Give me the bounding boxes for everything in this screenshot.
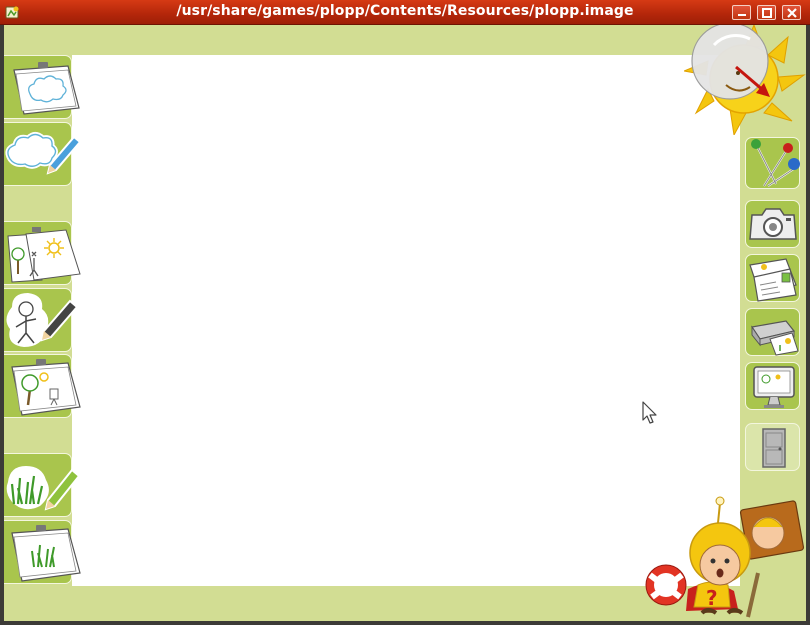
tool-tree-page[interactable]	[4, 354, 81, 418]
scene-pages-icon	[7, 227, 81, 283]
mouse-cursor-icon	[642, 401, 657, 424]
postcard-button[interactable]	[745, 254, 800, 302]
close-icon	[787, 8, 797, 18]
printer-icon	[750, 320, 799, 356]
postcard-icon	[749, 258, 797, 302]
tool-cloud-pencil[interactable]	[4, 122, 82, 186]
clipboard-cloud-icon	[13, 62, 80, 115]
door-icon	[762, 428, 786, 468]
monitor-button[interactable]	[745, 362, 800, 410]
minimize-icon	[738, 14, 746, 16]
figure-pencil-icon	[6, 293, 79, 347]
tool-scene-pages[interactable]	[4, 221, 81, 285]
clipboard-grass-icon	[11, 525, 81, 582]
sun-clock-icon[interactable]	[684, 25, 806, 135]
minimize-button[interactable]	[732, 5, 751, 20]
maximize-icon	[762, 8, 772, 18]
tool-grass-pencil[interactable]	[4, 453, 81, 517]
svg-text:?: ?	[706, 586, 718, 610]
plopp-mascot-icon: ?	[645, 496, 805, 618]
pins-button[interactable]	[745, 137, 800, 189]
monitor-icon	[753, 366, 795, 408]
printer-button[interactable]	[745, 308, 800, 356]
camera-button[interactable]	[745, 200, 800, 248]
tool-figure-pencil[interactable]	[4, 288, 79, 352]
pins-icon	[751, 139, 800, 187]
tool-cloud-page[interactable]	[4, 55, 80, 119]
door-button[interactable]	[745, 423, 800, 471]
grass-pencil-icon	[6, 466, 81, 511]
camera-icon	[749, 208, 797, 240]
tool-grass-page[interactable]	[4, 520, 81, 584]
title-bar: /usr/share/games/plopp/Contents/Resource…	[0, 0, 810, 25]
maximize-button[interactable]	[757, 5, 776, 20]
window-title: /usr/share/games/plopp/Contents/Resource…	[176, 3, 634, 19]
app-panel: ?	[4, 25, 806, 621]
close-button[interactable]	[782, 5, 801, 20]
clipboard-tree-icon	[11, 359, 81, 416]
cloud-pencil-icon	[5, 132, 82, 175]
